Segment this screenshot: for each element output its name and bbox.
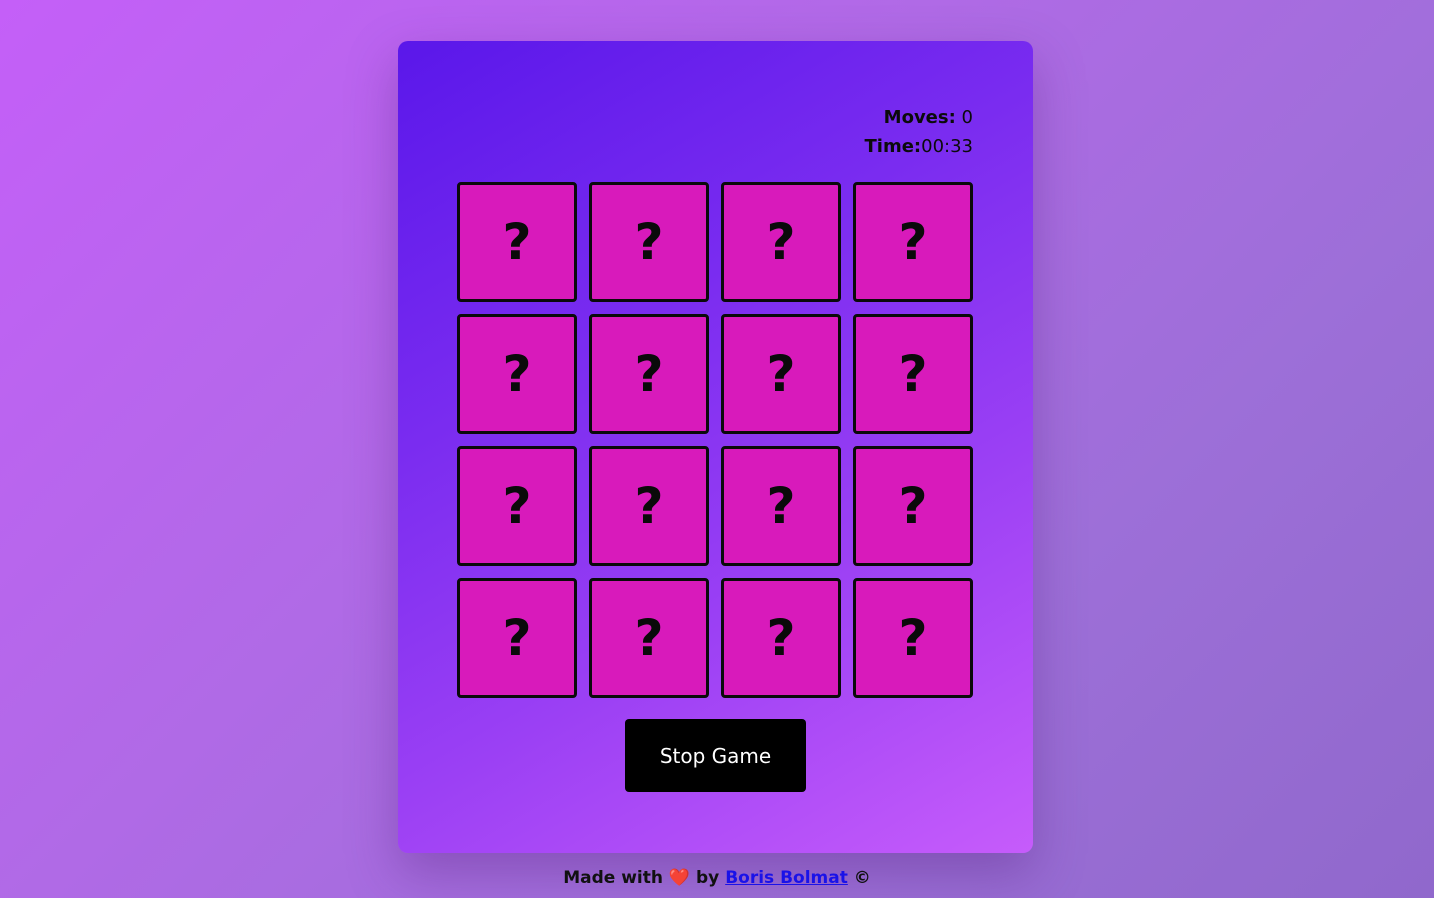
memory-card[interactable]: ? <box>457 578 577 698</box>
moves-label: Moves: <box>883 107 956 128</box>
memory-card[interactable]: ? <box>853 578 973 698</box>
stop-game-button[interactable]: Stop Game <box>625 719 806 792</box>
memory-card[interactable]: ? <box>853 314 973 434</box>
question-mark-icon: ? <box>766 345 796 403</box>
memory-card[interactable]: ? <box>457 446 577 566</box>
footer-made-with: Made with <box>563 868 663 888</box>
memory-card[interactable]: ? <box>589 446 709 566</box>
author-link[interactable]: Boris Bolmat <box>725 868 848 888</box>
question-mark-icon: ? <box>502 345 532 403</box>
question-mark-icon: ? <box>634 345 664 403</box>
question-mark-icon: ? <box>634 609 664 667</box>
memory-card[interactable]: ? <box>721 182 841 302</box>
memory-card[interactable]: ? <box>589 182 709 302</box>
memory-card[interactable]: ? <box>853 182 973 302</box>
timer: Time:00:33 <box>865 132 974 161</box>
footer: Made with ❤️ by Boris Bolmat © <box>0 868 1434 888</box>
heart-icon: ❤️ <box>668 868 691 888</box>
memory-card[interactable]: ? <box>721 314 841 434</box>
time-label: Time: <box>864 136 922 157</box>
question-mark-icon: ? <box>502 609 532 667</box>
moves-counter: Moves: 0 <box>865 103 973 132</box>
memory-card[interactable]: ? <box>721 446 841 566</box>
question-mark-icon: ? <box>898 213 928 271</box>
copyright-symbol: © <box>853 868 871 888</box>
stats-panel: Moves: 0 Time:00:33 <box>865 103 974 161</box>
question-mark-icon: ? <box>634 213 664 271</box>
time-value: 00:33 <box>921 136 973 157</box>
question-mark-icon: ? <box>502 213 532 271</box>
game-panel: Moves: 0 Time:00:33 ???????????????? Sto… <box>398 41 1033 853</box>
moves-value: 0 <box>961 107 973 128</box>
question-mark-icon: ? <box>502 477 532 535</box>
memory-card[interactable]: ? <box>457 314 577 434</box>
question-mark-icon: ? <box>898 345 928 403</box>
question-mark-icon: ? <box>766 477 796 535</box>
card-grid: ???????????????? <box>457 182 974 698</box>
question-mark-icon: ? <box>766 609 796 667</box>
memory-card[interactable]: ? <box>721 578 841 698</box>
memory-card[interactable]: ? <box>589 314 709 434</box>
question-mark-icon: ? <box>898 477 928 535</box>
question-mark-icon: ? <box>634 477 664 535</box>
memory-card[interactable]: ? <box>853 446 973 566</box>
question-mark-icon: ? <box>766 213 796 271</box>
footer-by: by <box>696 868 720 888</box>
question-mark-icon: ? <box>898 609 928 667</box>
memory-card[interactable]: ? <box>457 182 577 302</box>
memory-card[interactable]: ? <box>589 578 709 698</box>
